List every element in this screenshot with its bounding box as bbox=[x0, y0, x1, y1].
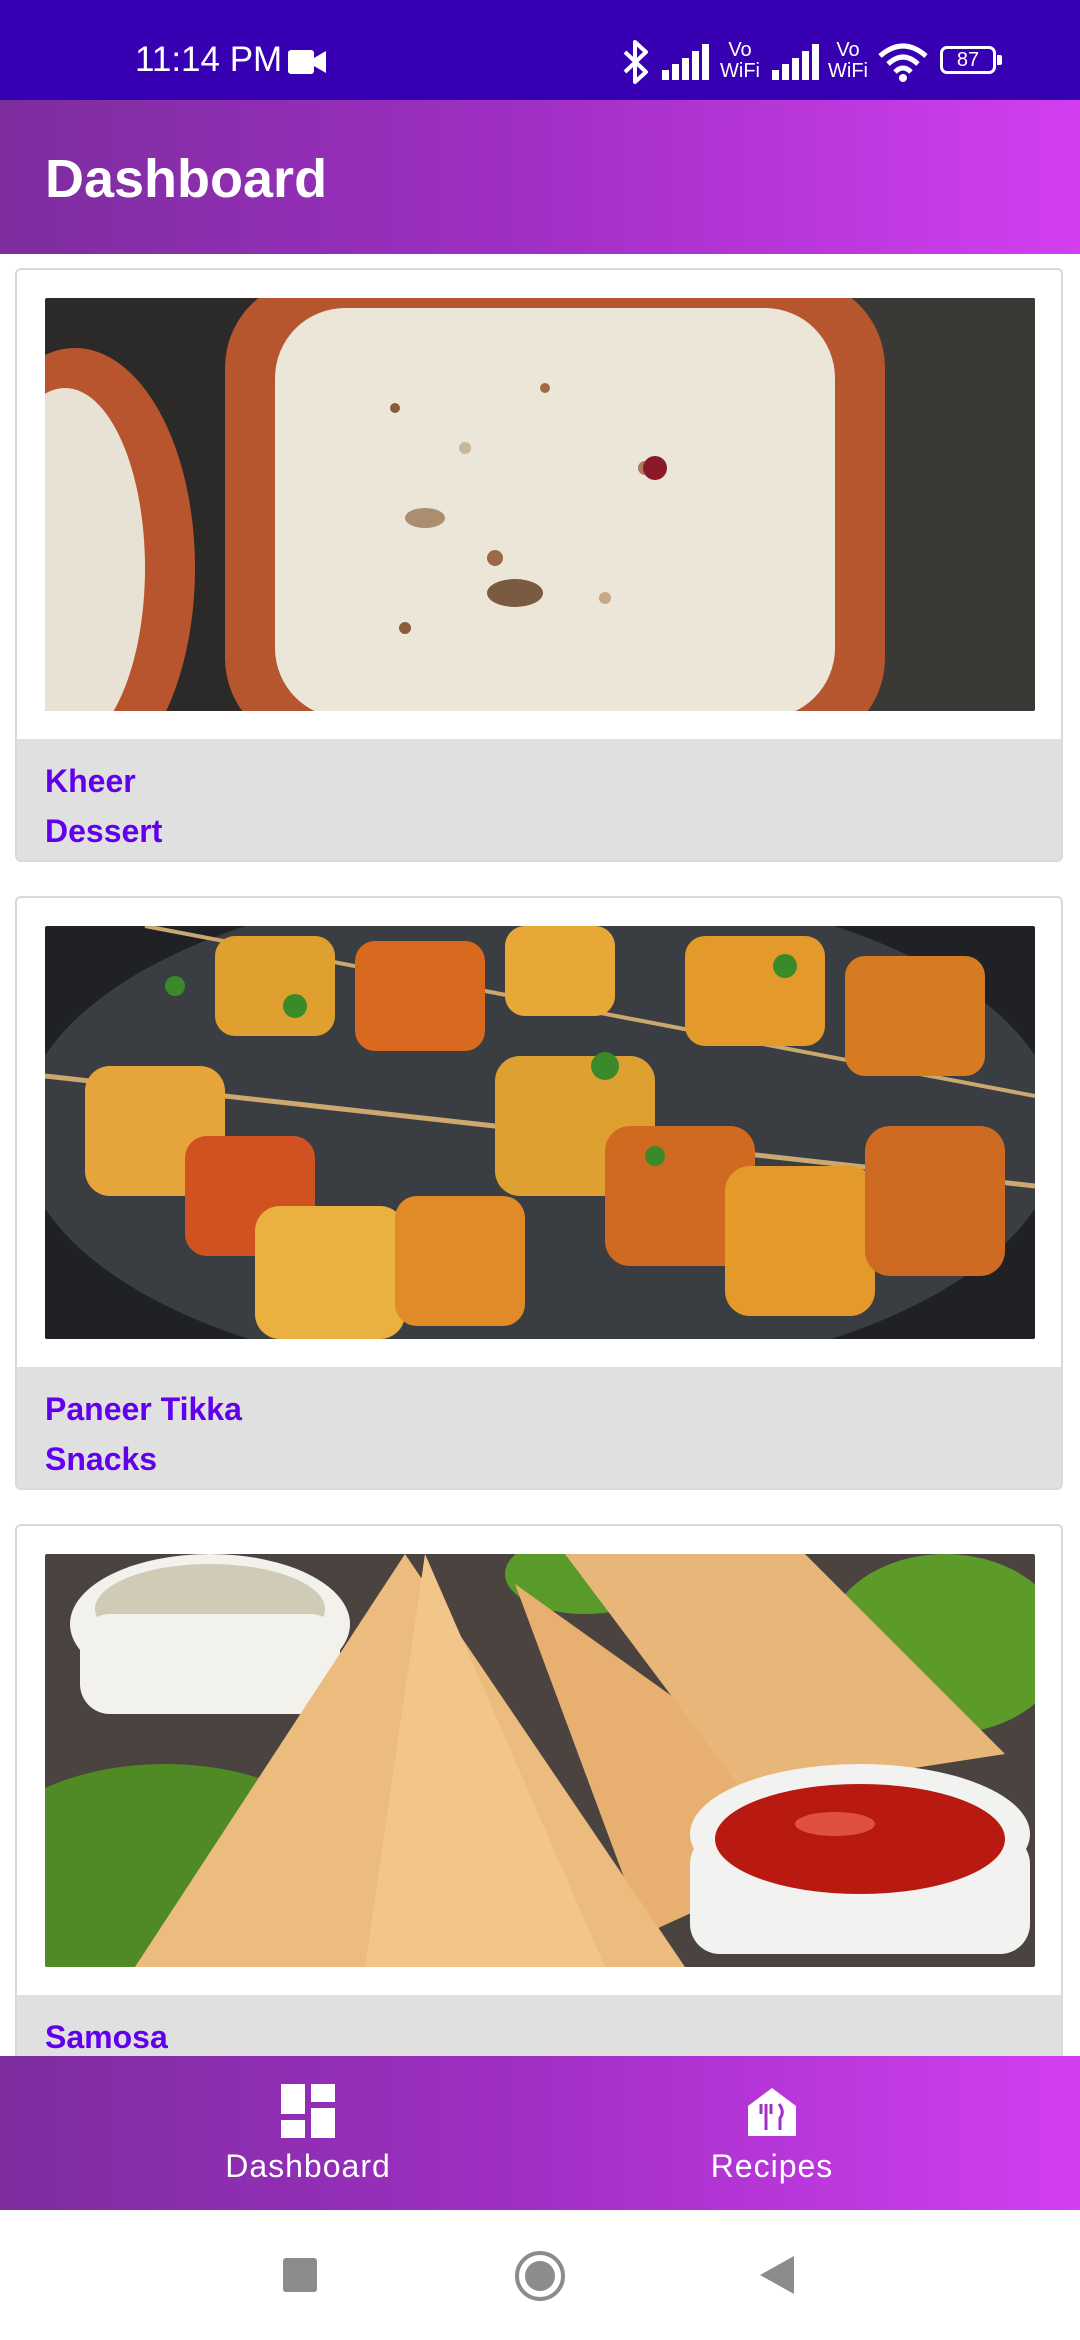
restaurant-icon bbox=[748, 2088, 796, 2136]
vowifi-label-top: Vo bbox=[836, 39, 860, 61]
recipe-card[interactable]: Paneer Tikka Snacks bbox=[15, 896, 1063, 1490]
recipe-list[interactable]: Kheer Dessert Paneer Tikka Snacks Samosa bbox=[0, 254, 1080, 2056]
recipe-card[interactable]: Kheer Dessert bbox=[15, 268, 1063, 862]
vowifi-label-bottom: WiFi bbox=[720, 60, 760, 82]
video-camera-icon bbox=[288, 50, 326, 74]
nav-recipes[interactable]: Recipes bbox=[502, 2056, 1042, 2210]
bottom-navigation: Dashboard Recipes bbox=[0, 2056, 1080, 2210]
nav-label-dashboard: Dashboard bbox=[225, 2148, 391, 2184]
recipe-category: Dessert bbox=[45, 813, 163, 849]
bluetooth-icon bbox=[623, 40, 648, 84]
recipe-image-samosa bbox=[45, 1554, 1035, 1967]
vowifi-label-bottom: WiFi bbox=[828, 60, 868, 82]
recipe-name: Samosa bbox=[45, 2019, 168, 2055]
status-time: 11:14 PM bbox=[135, 40, 283, 79]
nav-dashboard[interactable]: Dashboard bbox=[38, 2056, 578, 2210]
recipe-info: Kheer Dessert bbox=[17, 739, 1061, 860]
recipe-info: Paneer Tikka Snacks bbox=[17, 1367, 1061, 1488]
recipe-image-kheer bbox=[45, 298, 1035, 711]
wifi-icon bbox=[878, 43, 928, 82]
battery-icon: 87 bbox=[940, 46, 1002, 78]
app-bar: Dashboard bbox=[0, 100, 1080, 254]
recent-apps-icon[interactable] bbox=[283, 2258, 317, 2292]
home-icon[interactable] bbox=[514, 2250, 566, 2302]
battery-level: 87 bbox=[956, 49, 980, 71]
signal-icon bbox=[772, 44, 819, 80]
vowifi-icon: Vo WiFi bbox=[826, 40, 870, 82]
recipe-info: Samosa bbox=[17, 1995, 1061, 2056]
vowifi-label-top: Vo bbox=[728, 39, 752, 61]
back-icon[interactable] bbox=[760, 2256, 794, 2294]
recipe-name: Kheer bbox=[45, 763, 136, 799]
dashboard-icon bbox=[281, 2084, 335, 2138]
recipe-image-paneer-tikka bbox=[45, 926, 1035, 1339]
nav-label-recipes: Recipes bbox=[710, 2148, 834, 2184]
signal-icon bbox=[662, 44, 709, 80]
page-title: Dashboard bbox=[45, 149, 328, 209]
system-navigation-bar bbox=[0, 2210, 1080, 2340]
status-bar: 11:14 PM Vo WiFi Vo WiFi 87 bbox=[0, 0, 1080, 100]
vowifi-icon: Vo WiFi bbox=[718, 40, 762, 82]
recipe-category: Snacks bbox=[45, 1441, 158, 1477]
recipe-name: Paneer Tikka bbox=[45, 1391, 242, 1427]
recipe-card[interactable]: Samosa bbox=[15, 1524, 1063, 2056]
